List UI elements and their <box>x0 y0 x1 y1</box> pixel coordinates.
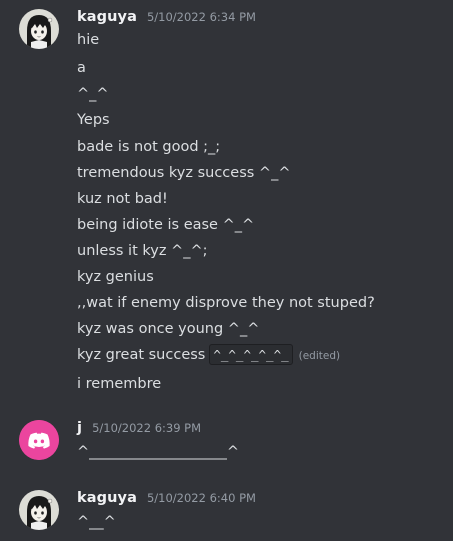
timestamp[interactable]: 5/10/2022 6:39 PM <box>92 421 201 435</box>
message-line: tremendous kyz success ^_^ <box>77 165 291 181</box>
anime-girl-avatar-icon <box>19 9 59 49</box>
message-line: kuz not bad! <box>77 191 168 207</box>
inline-code: ^_^_^_^_^_ <box>209 344 293 365</box>
message-text: kyz great success <box>77 347 206 363</box>
timestamp[interactable]: 5/10/2022 6:34 PM <box>147 10 256 24</box>
discord-logo-icon <box>19 420 59 460</box>
avatar[interactable] <box>19 490 59 530</box>
edited-label: (edited) <box>298 350 341 362</box>
message-line: ^___________________^ <box>77 444 240 460</box>
message-header: kaguya 5/10/2022 6:34 PM <box>77 9 256 25</box>
message-line: kyz was once young ^_^ <box>77 321 260 337</box>
avatar[interactable] <box>19 420 59 460</box>
username[interactable]: kaguya <box>77 490 137 506</box>
message-line: hie <box>77 32 100 48</box>
message-line: bade is not good ;_; <box>77 139 221 155</box>
message-header: j 5/10/2022 6:39 PM <box>77 420 201 436</box>
anime-girl-avatar-icon <box>19 490 59 530</box>
message-line: being idiote is ease ^_^ <box>77 217 255 233</box>
message-line: ,,wat if enemy disprove they not stuped? <box>77 295 375 311</box>
avatar[interactable] <box>19 9 59 49</box>
message-line: ^_^ <box>77 86 109 102</box>
timestamp[interactable]: 5/10/2022 6:40 PM <box>147 491 256 505</box>
username[interactable]: j <box>77 420 82 436</box>
message-line: unless it kyz ^_^; <box>77 243 208 259</box>
message-line-edited: kyz great success ^_^_^_^_^_ (edited) <box>77 344 340 366</box>
chat-messages: kaguya 5/10/2022 6:34 PM hie a ^_^ Yeps … <box>0 0 453 541</box>
username[interactable]: kaguya <box>77 9 137 25</box>
message-line: i remembre <box>77 376 162 392</box>
message-line: ^__^ <box>77 514 116 530</box>
message-line: kyz genius <box>77 269 154 285</box>
message-line: Yeps <box>77 112 110 128</box>
message-line: a <box>77 60 86 76</box>
message-header: kaguya 5/10/2022 6:40 PM <box>77 490 256 506</box>
